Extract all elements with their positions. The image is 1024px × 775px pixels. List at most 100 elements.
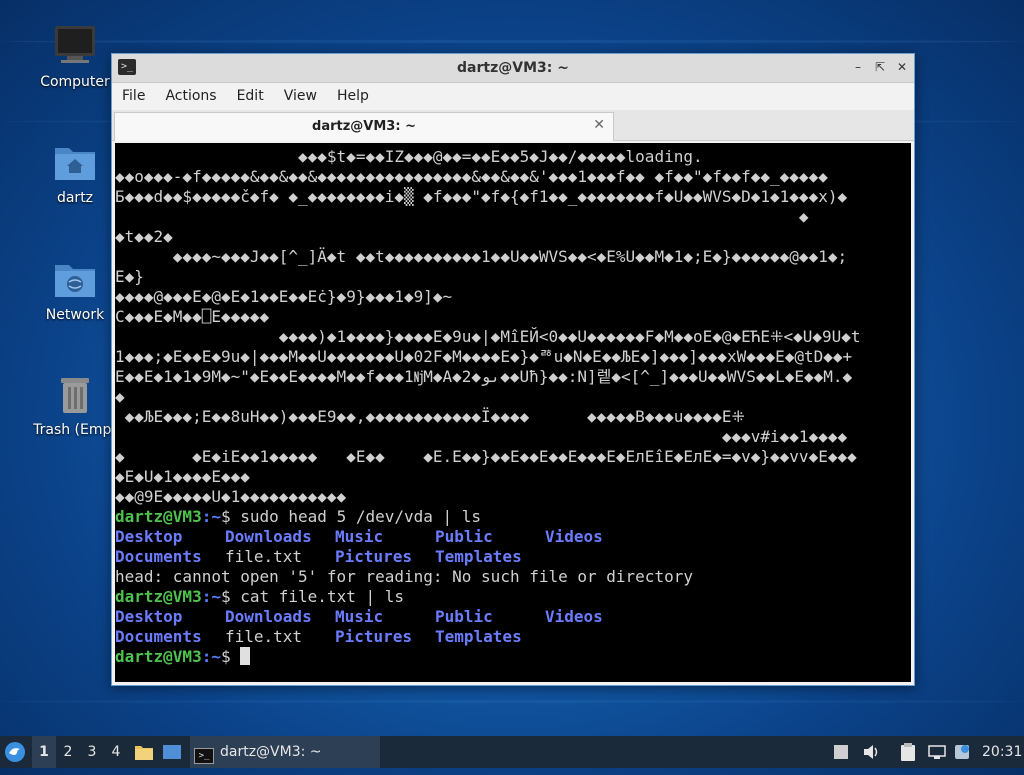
command-line: dartz@VM3:~$	[115, 647, 911, 667]
garbage-line: ◆◆@9E◆◆◆◆◆U◆1◆◆◆◆◆◆◆◆◆◆◆	[115, 487, 347, 506]
maximize-button[interactable]: ⇱	[872, 59, 888, 75]
ls-entry: Pictures	[335, 627, 413, 646]
terminal-output[interactable]: ◆◆◆$t◆=◆◆IZ◆◆◆@◆◆=◆◆E◆◆5◆J◆◆/◆◆◆◆◆loadin…	[115, 143, 911, 682]
garbage-line: 1◆◆◆;◆E◆◆E◆9u◆|◆◆◆M◆◆U◆◆◆◆◆◆◆U◆02F◆M◆◆◆◆…	[115, 347, 853, 366]
ls-entry: Music	[335, 607, 384, 626]
tab-terminal[interactable]: dartz@VM3: ~ ✕	[114, 112, 614, 141]
desktop-icon-home[interactable]: dartz	[27, 140, 123, 206]
ls-entry: Desktop	[115, 607, 183, 626]
garbage-line: ◆◆ЉE◆◆◆;E◆◆8uH◆◆)◆◆◆E9◆◆,◆◆◆◆◆◆◆◆◆◆◆◆Ї◆◆…	[115, 407, 745, 426]
desktop-icon-trash[interactable]: Trash (Empt	[27, 372, 123, 438]
desktop-icon-network[interactable]: Network	[27, 257, 123, 323]
desktop-icon-label: Network	[45, 307, 105, 323]
binary-garbage-output: ◆◆◆$t◆=◆◆IZ◆◆◆@◆◆=◆◆E◆◆5◆J◆◆/◆◆◆◆◆loadin…	[115, 147, 911, 507]
volume-button[interactable]	[862, 736, 884, 768]
ls-output-row: Documents file.txt Pictures Templates	[115, 547, 911, 567]
menu-view[interactable]: View	[274, 83, 327, 104]
folder-icon	[135, 746, 153, 760]
ls-entry: Public	[435, 527, 493, 546]
menu-bar: File Actions Edit View Help	[112, 83, 914, 110]
garbage-line: ◆◆o◆◆◆-◆f◆◆◆◆◆&◆◆&◆◆&◆◆◆◆◆◆◆◆◆◆◆◆◆◆◆◆&◆◆…	[115, 167, 828, 186]
command-line: dartz@VM3:~$ sudo head 5 /dev/vda | ls	[115, 507, 911, 527]
garbage-line: ◆◆◆◆)◆1◆◆◆◆}◆◆◆◆E◆9u◆|◆MîEЙ<0◆◆U◆◆◆◆◆◆F◆…	[115, 327, 861, 346]
ls-output-row: Desktop Downloads Music Public Videos	[115, 607, 911, 627]
app-menu-button[interactable]	[4, 736, 30, 768]
terminal-task-icon: >_	[194, 748, 214, 764]
home-folder-icon	[53, 140, 97, 184]
garbage-line: ◆ ◆E◆iE◆◆1◆◆◆◆◆ ◆E◆◆ ◆E.E◆◆}◆◆E◆◆E◆◆E◆◆◆…	[115, 447, 857, 466]
command-line: dartz@VM3:~$ cat file.txt | ls	[115, 587, 911, 607]
ls-entry: Documents	[115, 627, 202, 646]
prompt-path: :~	[201, 647, 221, 666]
prompt-path: :~	[201, 587, 221, 606]
trash-icon	[53, 372, 97, 416]
ls-output-row: Documents file.txt Pictures Templates	[115, 627, 911, 647]
garbage-line: ◆◆◆v#i◆◆1◆◆◆◆	[115, 427, 848, 446]
garbage-line: ◆E◆U◆1◆◆◆◆E◆◆◆	[115, 467, 250, 486]
tray-item-icon	[834, 745, 848, 759]
window-titlebar[interactable]: >_ dartz@VM3: ~ – ⇱ ✕	[112, 54, 914, 83]
menu-actions[interactable]: Actions	[155, 83, 226, 104]
garbage-line: ◆◆◆◆@◆◆◆E◆@◆E◆1◆◆E◆◆Eċ}◆9}◆◆◆1◆9]◆~	[115, 287, 453, 306]
taskbar-window-terminal[interactable]: >_ dartz@VM3: ~	[190, 736, 380, 768]
workspace-3[interactable]: 3	[80, 736, 104, 768]
ls-entry: Public	[435, 607, 493, 626]
garbage-line: ◆	[115, 207, 809, 226]
garbage-line: C◆◆◆E◆M◆◆⎕E◆◆◆◆◆	[115, 307, 270, 326]
menu-help[interactable]: Help	[327, 83, 379, 104]
desktop-icon-label: Computer	[40, 74, 110, 90]
close-button[interactable]: ✕	[894, 59, 910, 75]
tab-bar: dartz@VM3: ~ ✕	[112, 110, 914, 141]
command-text: sudo head 5 /dev/vda | ls	[230, 507, 482, 526]
ls-entry: Downloads	[225, 527, 312, 546]
tab-close-icon[interactable]: ✕	[593, 117, 605, 133]
prompt-symbol: $	[220, 647, 231, 666]
prompt-user: dartz@VM3	[115, 587, 202, 606]
ls-entry: Videos	[545, 607, 603, 626]
error-line: head: cannot open '5' for reading: No su…	[115, 567, 693, 586]
workspace-1[interactable]: 1	[32, 736, 56, 768]
clipboard-button[interactable]	[900, 736, 922, 768]
workspace-2[interactable]: 2	[56, 736, 80, 768]
desktop-icon	[163, 745, 181, 759]
clock[interactable]: 20:31	[982, 736, 1022, 768]
garbage-line: Б◆◆◆d◆◆$◆◆◆◆◆č◆f◆ ◆_◆◆◆◆◆◆◆◆i◆▒ ◆f◆◆◆"◆f…	[115, 187, 848, 206]
clipboard-icon	[901, 743, 915, 761]
prompt-symbol: $	[220, 587, 231, 606]
ls-entry: Pictures	[335, 547, 413, 566]
menu-file[interactable]: File	[112, 83, 155, 104]
computer-icon	[53, 24, 97, 68]
network-folder-icon	[53, 257, 97, 301]
desktop-icon-computer[interactable]: Computer	[27, 24, 123, 90]
terminal-window: >_ dartz@VM3: ~ – ⇱ ✕ File Actions Edit Vie…	[111, 53, 915, 686]
updates-button[interactable]	[954, 736, 974, 768]
ls-output-row: Desktop Downloads Music Public Videos	[115, 527, 911, 547]
tray-item[interactable]	[834, 736, 852, 768]
file-manager-launcher[interactable]	[134, 736, 156, 768]
show-desktop-button[interactable]	[162, 736, 184, 768]
tab-label: dartz@VM3: ~	[312, 119, 416, 134]
volume-icon	[864, 745, 878, 759]
taskbar: 1 2 3 4 >_ dartz@VM3: ~ 20:31	[0, 736, 1024, 768]
garbage-line: ◆t◆◆2◆	[115, 227, 173, 246]
network-button[interactable]	[928, 736, 950, 768]
prompt-symbol: $	[220, 507, 231, 526]
garbage-line: E◆◆E◆1◆1◆9M◆~"◆E◆◆E◆◆◆◆M◆◆f◆◆◆1ǋM◆A◆2◆ىو…	[115, 367, 853, 386]
minimize-button[interactable]: –	[850, 59, 866, 75]
garbage-line: ◆◆◆◆~◆◆◆J◆◆[^_]Ä◆t ◆◆t◆◆◆◆◆◆◆◆◆◆1◆◆U◆◆WV…	[115, 247, 848, 266]
text-cursor	[240, 647, 251, 665]
prompt-path: :~	[201, 507, 221, 526]
ls-entry: Templates	[435, 547, 522, 566]
command-text: cat file.txt | ls	[230, 587, 404, 606]
updates-icon	[955, 745, 969, 759]
menu-edit[interactable]: Edit	[227, 83, 274, 104]
ls-entry: file.txt	[225, 627, 303, 646]
desktop-icon-label: dartz	[56, 190, 94, 206]
garbage-line: ◆	[115, 387, 125, 406]
ls-entry: Desktop	[115, 527, 183, 546]
ls-entry: Templates	[435, 627, 522, 646]
ls-entry: Documents	[115, 547, 202, 566]
ls-entry: file.txt	[225, 547, 303, 566]
workspace-4[interactable]: 4	[104, 736, 128, 768]
ls-entry: Videos	[545, 527, 603, 546]
